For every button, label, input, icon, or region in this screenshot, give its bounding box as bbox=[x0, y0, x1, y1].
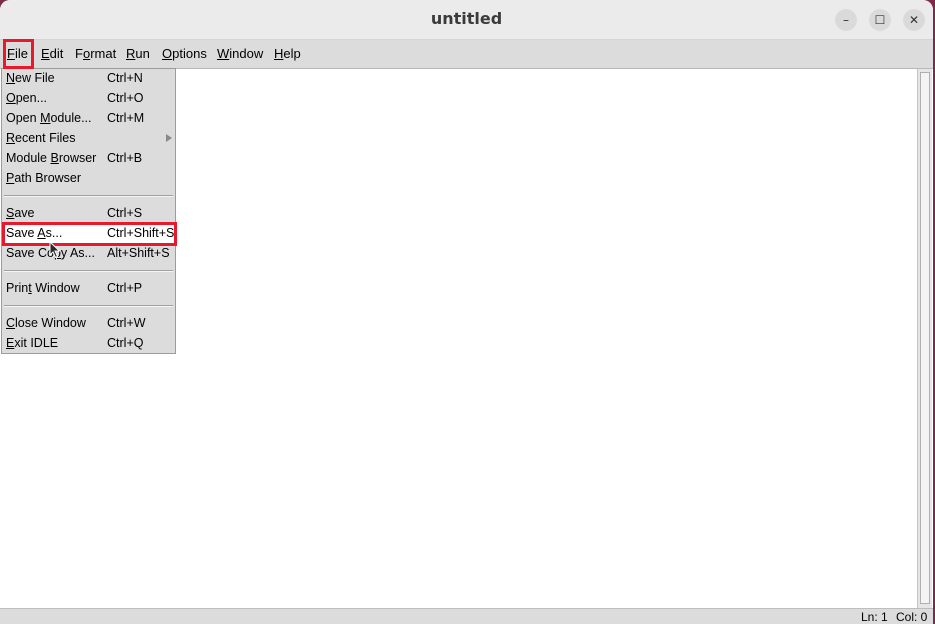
menu-item-open-module[interactable]: Open Module... Ctrl+M bbox=[2, 109, 175, 129]
menu-run[interactable]: Run bbox=[126, 40, 150, 68]
accelerator: Ctrl+B bbox=[107, 151, 143, 165]
menu-window[interactable]: Window bbox=[217, 40, 263, 68]
menu-item-path-browser[interactable]: Path Browser bbox=[2, 169, 175, 189]
idle-editor-window: untitled – ☐ ✕ File Edit Format Run Opti… bbox=[0, 0, 933, 624]
window-title: untitled bbox=[430, 9, 503, 28]
accelerator: Ctrl+Q bbox=[107, 336, 144, 350]
accelerator: Alt+Shift+S bbox=[107, 246, 170, 260]
file-menu-dropdown: New File Ctrl+N Open... Ctrl+O Open Modu… bbox=[1, 68, 176, 354]
menu-item-save-copy-as[interactable]: Save Copy As... Alt+Shift+S bbox=[2, 244, 175, 264]
menu-item-exit-idle[interactable]: Exit IDLE Ctrl+Q bbox=[2, 334, 175, 354]
menu-separator bbox=[4, 195, 173, 197]
menu-bar: File Edit Format Run Options Window Help bbox=[0, 40, 933, 69]
accelerator: Ctrl+N bbox=[107, 71, 143, 85]
minimize-button[interactable]: – bbox=[835, 9, 857, 31]
accelerator: Ctrl+P bbox=[107, 281, 143, 295]
menu-item-open[interactable]: Open... Ctrl+O bbox=[2, 89, 175, 109]
menu-edit[interactable]: Edit bbox=[41, 40, 63, 68]
menu-file[interactable]: File bbox=[7, 40, 28, 68]
accelerator: Ctrl+S bbox=[107, 206, 143, 220]
status-line: Ln: 1 bbox=[861, 610, 888, 624]
menu-item-close-window[interactable]: Close Window Ctrl+W bbox=[2, 314, 175, 334]
status-bar: Ln: 1 Col: 0 bbox=[0, 608, 933, 624]
status-column: Col: 0 bbox=[896, 610, 928, 624]
scrollbar-thumb[interactable] bbox=[920, 72, 930, 604]
maximize-button[interactable]: ☐ bbox=[869, 9, 891, 31]
menu-item-recent-files[interactable]: Recent Files bbox=[2, 129, 175, 149]
menu-item-print-window[interactable]: Print Window Ctrl+P bbox=[2, 279, 175, 299]
submenu-arrow-icon bbox=[166, 134, 172, 142]
menu-options[interactable]: Options bbox=[162, 40, 207, 68]
title-bar: untitled – ☐ ✕ bbox=[0, 0, 933, 40]
accelerator: Ctrl+W bbox=[107, 316, 146, 330]
close-button[interactable]: ✕ bbox=[903, 9, 925, 31]
accelerator: Ctrl+Shift+S bbox=[107, 226, 175, 240]
menu-separator bbox=[4, 270, 173, 272]
accelerator: Ctrl+M bbox=[107, 111, 145, 125]
menu-separator bbox=[4, 305, 173, 307]
menu-item-module-browser[interactable]: Module Browser Ctrl+B bbox=[2, 149, 175, 169]
menu-item-save[interactable]: Save Ctrl+S bbox=[2, 204, 175, 224]
vertical-scrollbar[interactable] bbox=[917, 69, 932, 608]
menu-format[interactable]: Format bbox=[75, 40, 116, 68]
accelerator: Ctrl+O bbox=[107, 91, 144, 105]
menu-help[interactable]: Help bbox=[274, 40, 301, 68]
menu-item-save-as[interactable]: Save As... Ctrl+Shift+S bbox=[2, 224, 175, 244]
menu-item-new-file[interactable]: New File Ctrl+N bbox=[2, 69, 175, 89]
mouse-pointer-icon bbox=[49, 241, 61, 259]
